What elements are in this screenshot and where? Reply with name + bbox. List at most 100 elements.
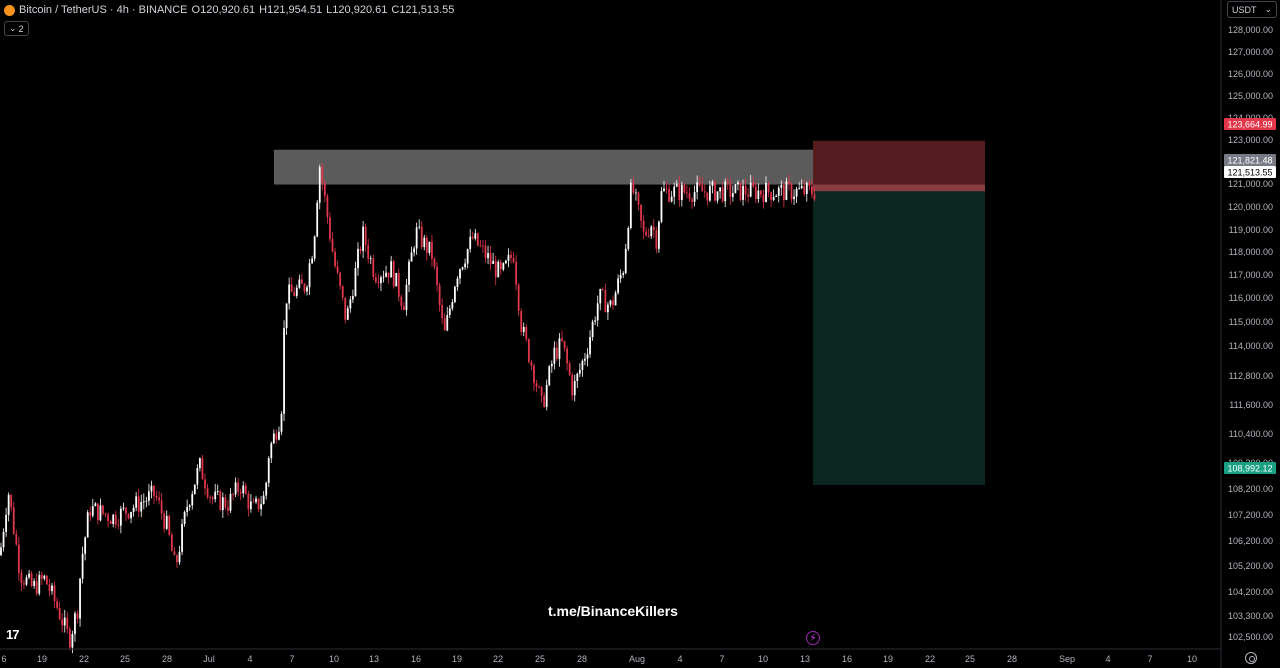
candle-body: [466, 249, 469, 264]
candle-body: [601, 288, 604, 291]
candle-body: [374, 277, 377, 283]
candle-body: [308, 263, 311, 288]
candle-body: [28, 573, 30, 578]
take-profit-badge-label: 108,992.12: [1227, 464, 1272, 474]
candle-body: [627, 228, 630, 249]
candle-body: [538, 386, 540, 388]
candle-body: [711, 181, 714, 186]
candle-body: [650, 226, 653, 237]
price-tick-label: 121,000.00: [1228, 179, 1273, 189]
candle-body: [543, 395, 546, 407]
candle-body: [642, 220, 645, 232]
candle-body: [556, 347, 558, 359]
open-value: 120,920.61: [200, 4, 256, 16]
indicators-toggle-button[interactable]: ⌄ 2: [4, 21, 29, 36]
close-label: C: [391, 4, 400, 16]
time-tick-label: 4: [1105, 654, 1110, 664]
candle-body: [270, 443, 273, 459]
symbol-legend[interactable]: Bitcoin / TetherUS · 4h · BINANCE O 120,9…: [4, 3, 454, 17]
candle-body: [153, 485, 155, 496]
candle-body: [158, 497, 160, 501]
price-tick-label: 120,000.00: [1228, 202, 1273, 212]
candle-body: [446, 315, 449, 331]
candle-body: [415, 227, 418, 249]
candle-body: [637, 192, 640, 205]
candle-body: [17, 544, 20, 573]
candle-body: [489, 253, 492, 264]
candle-body: [359, 248, 362, 251]
tradingview-logo[interactable]: 17: [6, 627, 20, 642]
candle-body: [321, 167, 324, 184]
candle-body: [30, 573, 33, 586]
candle-body: [510, 254, 512, 258]
candle-body: [563, 340, 566, 349]
candle-body: [780, 185, 783, 188]
currency-selector[interactable]: USDT ⌄: [1227, 1, 1277, 18]
candle-body: [0, 547, 2, 556]
candle-body: [341, 285, 344, 298]
candle-body: [380, 277, 382, 284]
candle-body: [448, 308, 451, 316]
candle-body: [678, 183, 681, 200]
candle-body: [680, 184, 683, 200]
candle-body: [35, 581, 38, 594]
candle-body: [698, 182, 701, 186]
candle-body: [558, 338, 561, 359]
settings-gear-icon[interactable]: [1245, 652, 1257, 664]
candle-body: [561, 338, 563, 341]
candle-body: [86, 512, 89, 538]
candle-body: [117, 524, 120, 526]
candle-body: [48, 584, 51, 592]
price-tick-label: 104,200.00: [1228, 587, 1273, 597]
candle-body: [369, 258, 372, 260]
candle-body: [487, 253, 489, 259]
candle-body: [94, 503, 97, 507]
time-tick-label: 7: [719, 654, 724, 664]
candle-body: [364, 226, 367, 246]
candle-body: [647, 235, 650, 237]
price-tick-label: 108,200.00: [1228, 484, 1273, 494]
candle-body: [436, 266, 438, 285]
time-tick-label: 22: [493, 654, 503, 664]
candle-body: [46, 575, 48, 585]
candle-body: [23, 583, 25, 585]
candle-body: [604, 290, 607, 313]
candle-body: [265, 482, 268, 496]
price-tick-label: 107,200.00: [1228, 510, 1273, 520]
symbol-name[interactable]: Bitcoin / TetherUS · 4h · BINANCE: [19, 4, 188, 16]
candle-body: [155, 495, 158, 498]
candle-body: [515, 262, 517, 285]
candle-body: [413, 248, 415, 253]
chevron-down-icon: ⌄: [9, 23, 17, 33]
candle-body: [795, 188, 798, 197]
candle-body: [313, 236, 316, 259]
candle-body: [438, 284, 441, 305]
price-chart[interactable]: 128,000.00 127,000.00 126,000.00 125,000.00…: [0, 0, 1280, 668]
time-tick-label: 25: [965, 654, 975, 664]
candle-body: [188, 505, 191, 507]
candle-body: [660, 191, 663, 222]
candle-body: [61, 619, 64, 626]
price-tick-label: 103,300.00: [1228, 611, 1273, 621]
candle-body: [589, 337, 591, 355]
candle-body: [390, 261, 393, 278]
candle-body: [239, 491, 242, 494]
candle-body: [747, 194, 750, 197]
candle-body: [122, 507, 125, 509]
candle-body: [76, 613, 79, 619]
open-label: O: [191, 4, 201, 16]
candle-body: [737, 182, 739, 185]
candle-body: [652, 226, 655, 231]
candle-body: [125, 507, 127, 514]
candle-body: [25, 577, 28, 585]
price-tick-label: 127,000.00: [1228, 47, 1273, 57]
candle-body: [232, 493, 234, 495]
candle-body: [790, 184, 793, 200]
chart-background: [0, 0, 1280, 668]
candle-body: [168, 515, 171, 535]
candle-body: [367, 245, 370, 259]
candle-body: [104, 513, 107, 515]
candle-body: [408, 261, 410, 285]
lightning-icon[interactable]: ⚡: [806, 631, 820, 645]
candle-body: [576, 373, 579, 382]
